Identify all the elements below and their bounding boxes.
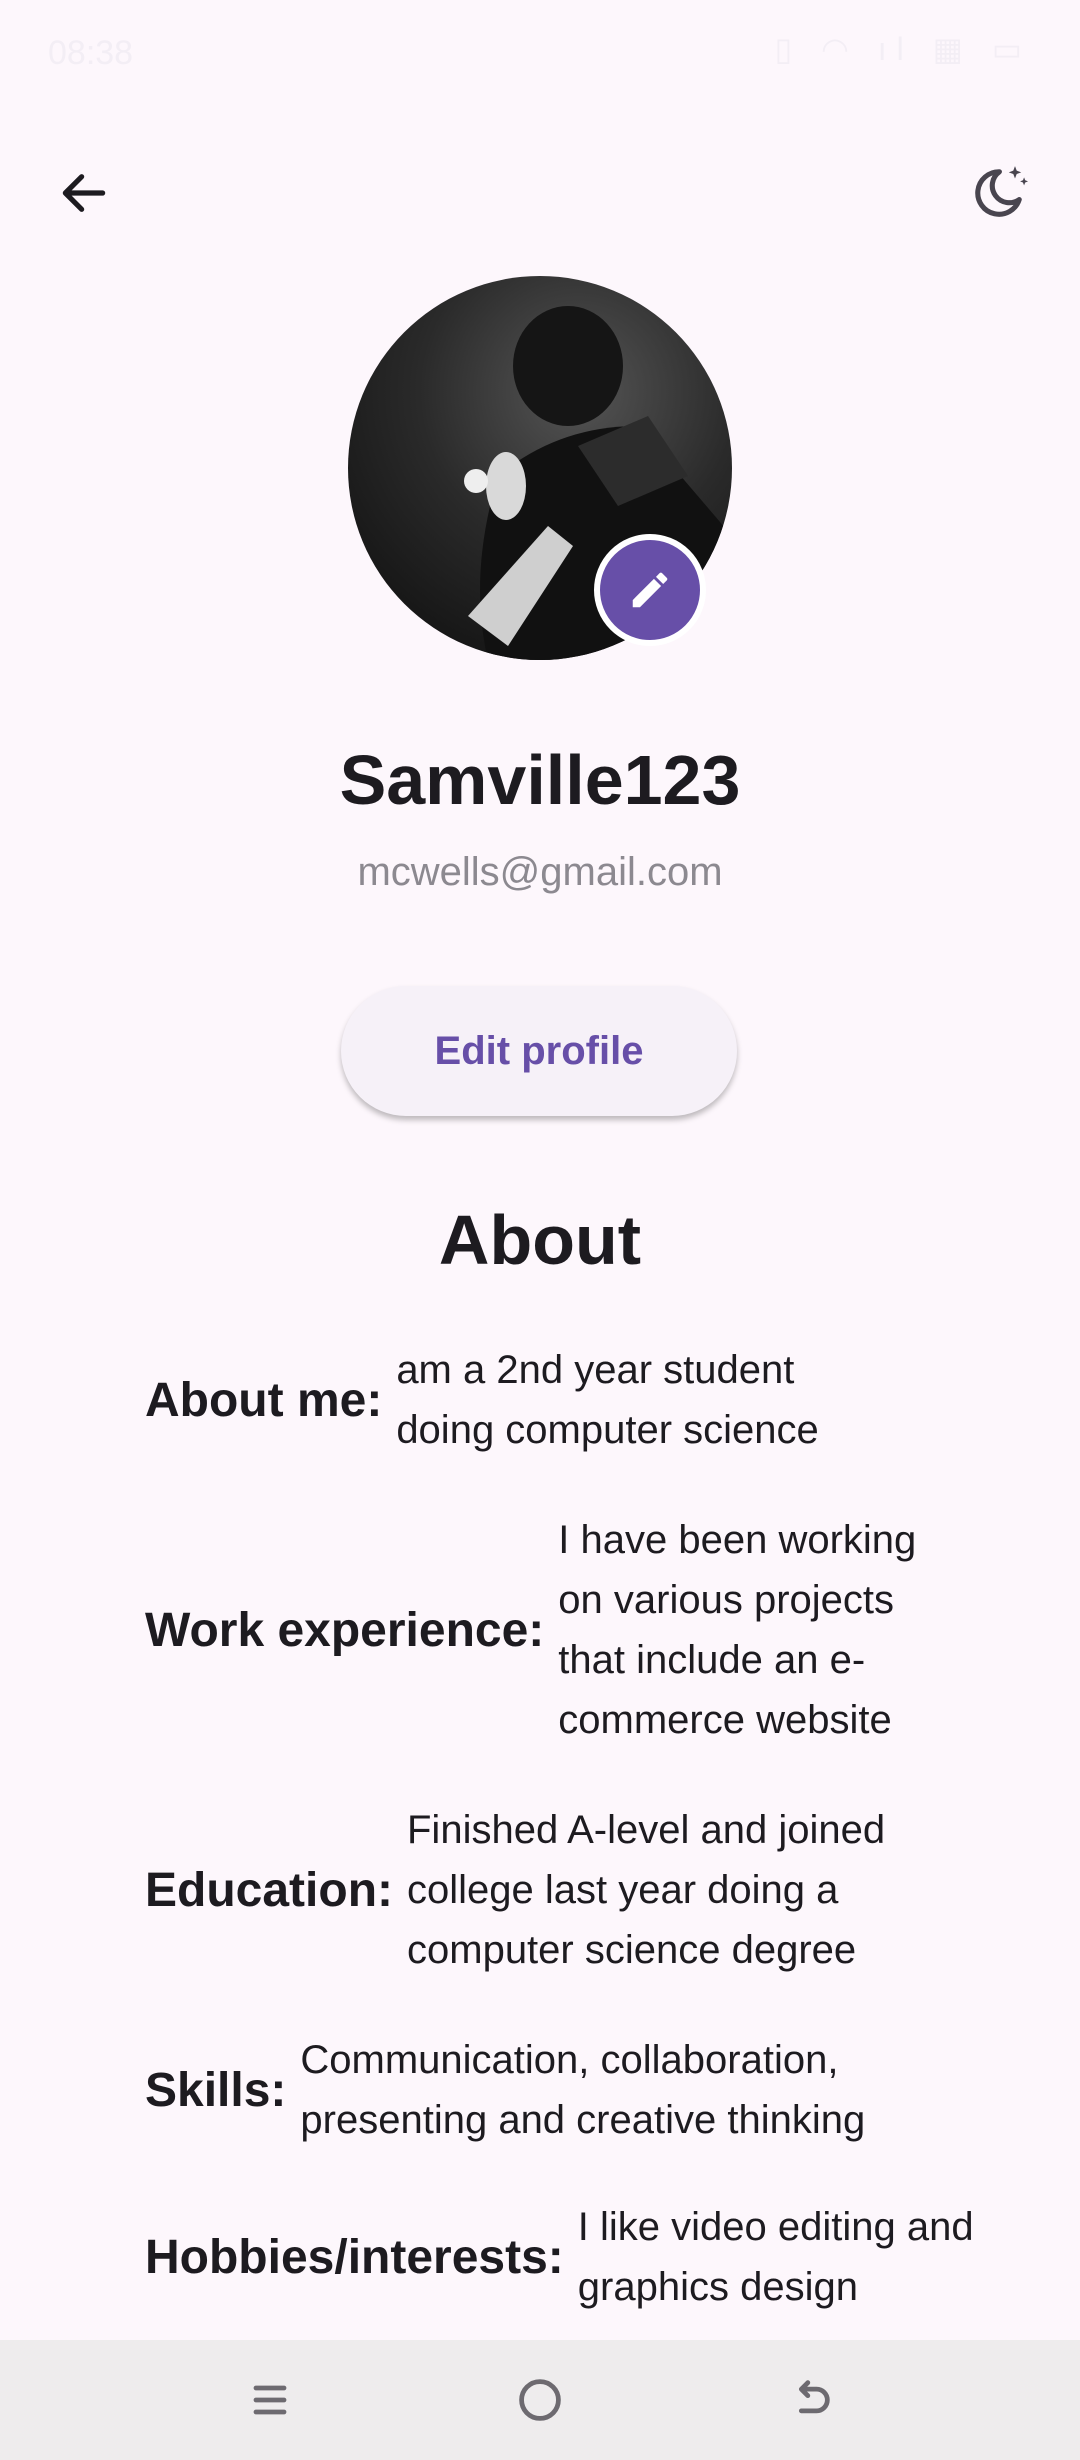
profile-username: Samville123 [339,741,741,819]
about-row-about-me: About me: am a 2nd year student doing co… [145,1340,876,1460]
menu-icon [253,2385,287,2415]
about-row-label: About me: [145,1373,383,1427]
theme-toggle-button[interactable] [950,145,1046,241]
home-icon [519,2379,561,2421]
about-row-value: I like video editing and graphics design [577,2205,974,2309]
system-back-button[interactable] [774,2364,846,2436]
dark-mode-moon-icon [975,166,1029,217]
back-icon [798,2380,830,2414]
status-time: 08:38 [48,34,134,72]
about-row-skills: Skills: Communication, collaboration, pr… [145,2030,940,2150]
home-button[interactable] [504,2364,576,2436]
edit-profile-button[interactable]: Edit profile [341,986,737,1116]
about-row-value: am a 2nd year student doing computer sci… [396,1348,819,1452]
about-row-value: Finished A-level and joined college last… [407,1808,886,1972]
profile-email: mcwells@gmail.com [357,850,723,894]
back-arrow-icon [62,174,106,212]
about-row-work-experience: Work experience: I have been working on … [145,1510,958,1750]
about-row-hobbies: Hobbies/interests: I like video editing … [145,2197,978,2317]
status-bar: 08:38 ▯ ◠ ıl ▦ ▭ [0,0,1080,110]
about-row-label: Hobbies/interests: [145,2230,564,2284]
about-heading: About [438,1201,642,1279]
about-row-value: Communication, collaboration, presenting… [300,2038,866,2142]
about-row-education: Education: Finished A-level and joined c… [145,1800,927,1980]
edit-avatar-button[interactable] [594,534,706,646]
avatar-container [348,276,732,660]
back-button[interactable] [36,145,132,241]
about-row-value: I have been working on various projects … [558,1518,917,1742]
about-row-label: Skills: [145,2063,287,2117]
status-icons: ▯ ◠ ıl ▦ ▭ [774,31,1032,67]
about-row-label: Work experience: [145,1603,545,1657]
system-nav-bar [0,2340,1080,2460]
recents-button[interactable] [234,2364,306,2436]
pencil-icon [632,572,668,608]
about-row-label: Education: [145,1863,393,1917]
